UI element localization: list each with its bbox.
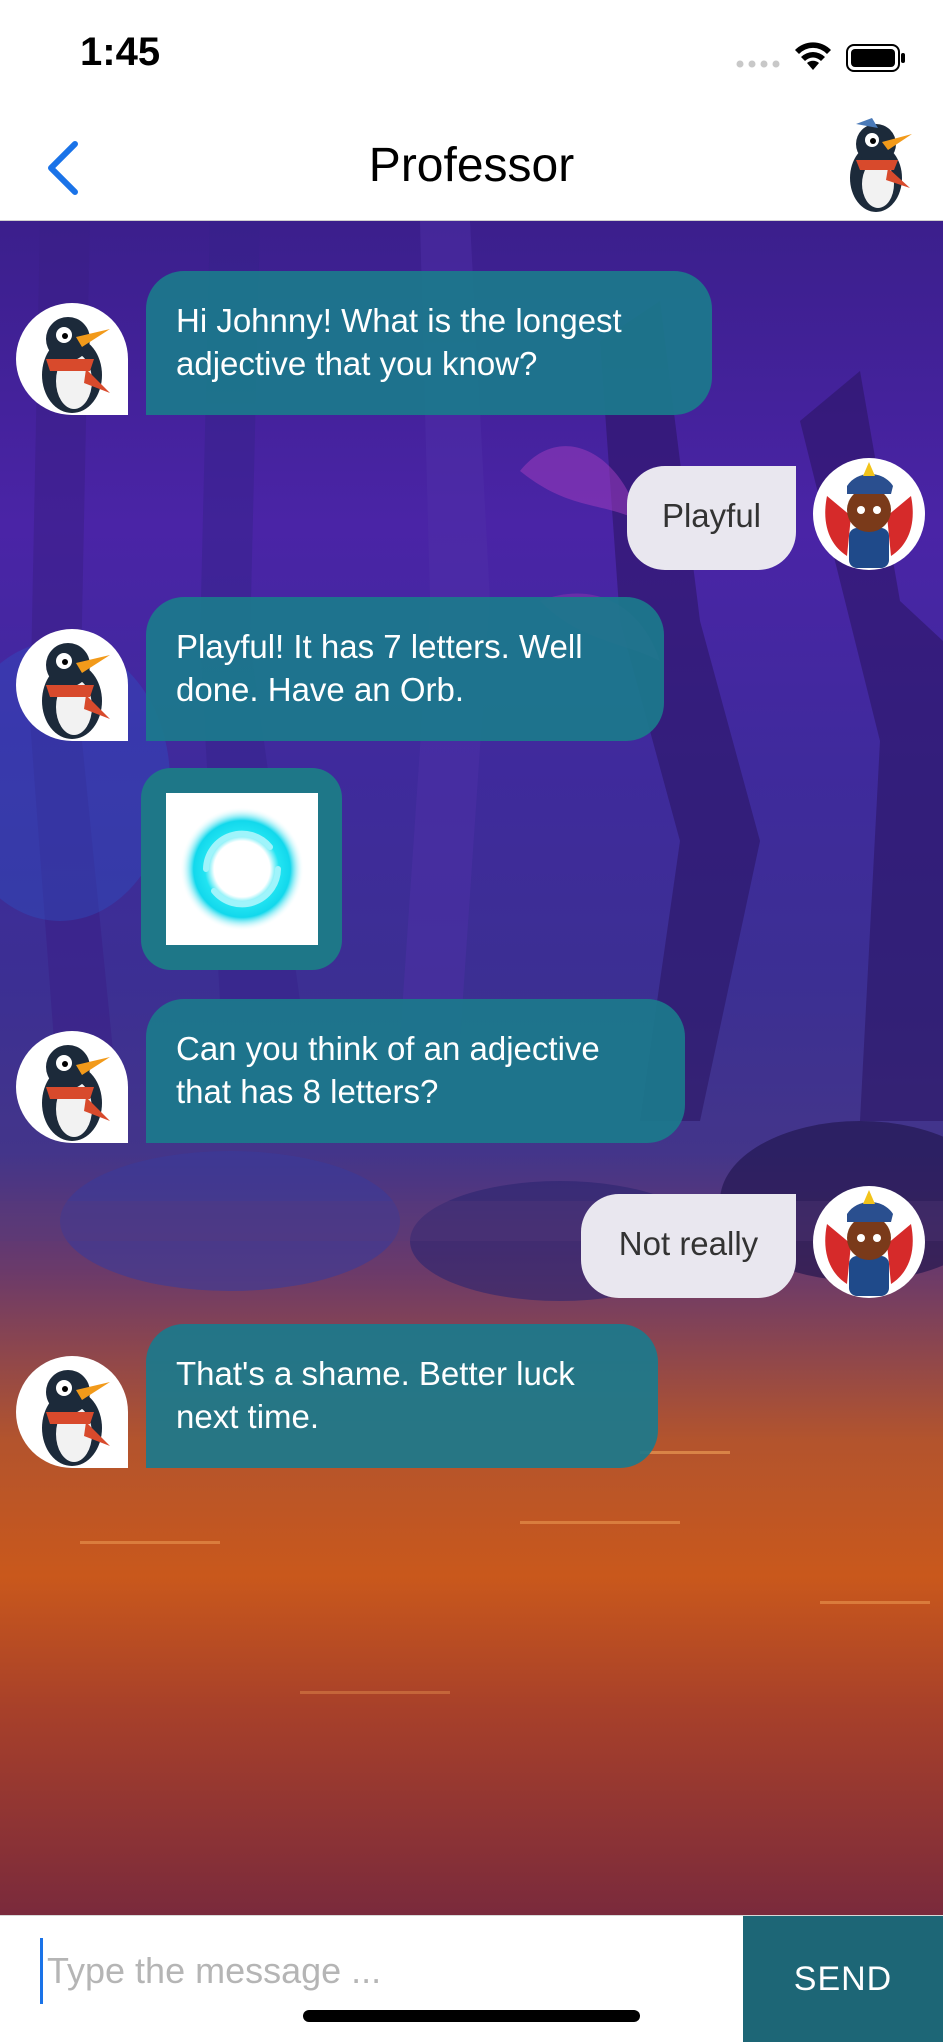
message-text: Hi Johnny! What is the longest adjective… (176, 302, 622, 382)
message-bubble: Can you think of an adjective that has 8… (146, 999, 685, 1143)
chat-area[interactable]: Hi Johnny! What is the longest adjective… (0, 221, 943, 1915)
message-bubble: Playful (627, 466, 796, 570)
message-bubble: Hi Johnny! What is the longest adjective… (146, 271, 712, 415)
message-text: Not really (618, 1225, 759, 1262)
message-bubble: Not really (581, 1194, 796, 1298)
message-bubble: That's a shame. Better luck next time. (146, 1324, 658, 1468)
penguin-avatar-icon (16, 1356, 128, 1468)
home-indicator (303, 2010, 640, 2022)
penguin-avatar-icon (16, 303, 128, 415)
message-bubble: Playful! It has 7 letters. Well done. Ha… (146, 597, 664, 741)
battery-icon (846, 44, 905, 72)
user-avatar-icon (813, 458, 925, 570)
message-input[interactable] (40, 1938, 739, 2004)
status-time: 1:45 (80, 30, 161, 74)
send-button[interactable]: SEND (743, 1916, 943, 2042)
message-text: Can you think of an adjective that has 8… (176, 1030, 600, 1110)
penguin-avatar-icon (16, 629, 128, 741)
message-text: Playful (661, 497, 762, 534)
message-text: That's a shame. Better luck next time. (176, 1355, 575, 1435)
signal-icon (736, 60, 780, 68)
penguin-avatar-icon[interactable] (838, 118, 922, 214)
orb-image (166, 793, 318, 945)
page-title: Professor (368, 139, 575, 192)
user-avatar-icon (813, 1186, 925, 1298)
orb-icon (180, 807, 304, 931)
nav-bar: Professor (0, 110, 943, 221)
wifi-icon (795, 42, 831, 70)
status-bar: 1:45 (0, 0, 943, 110)
message-text: Playful! It has 7 letters. Well done. Ha… (176, 628, 583, 708)
penguin-avatar-icon (16, 1031, 128, 1143)
message-input-bar: SEND (0, 1915, 943, 2042)
orb-image-card[interactable] (141, 768, 342, 970)
